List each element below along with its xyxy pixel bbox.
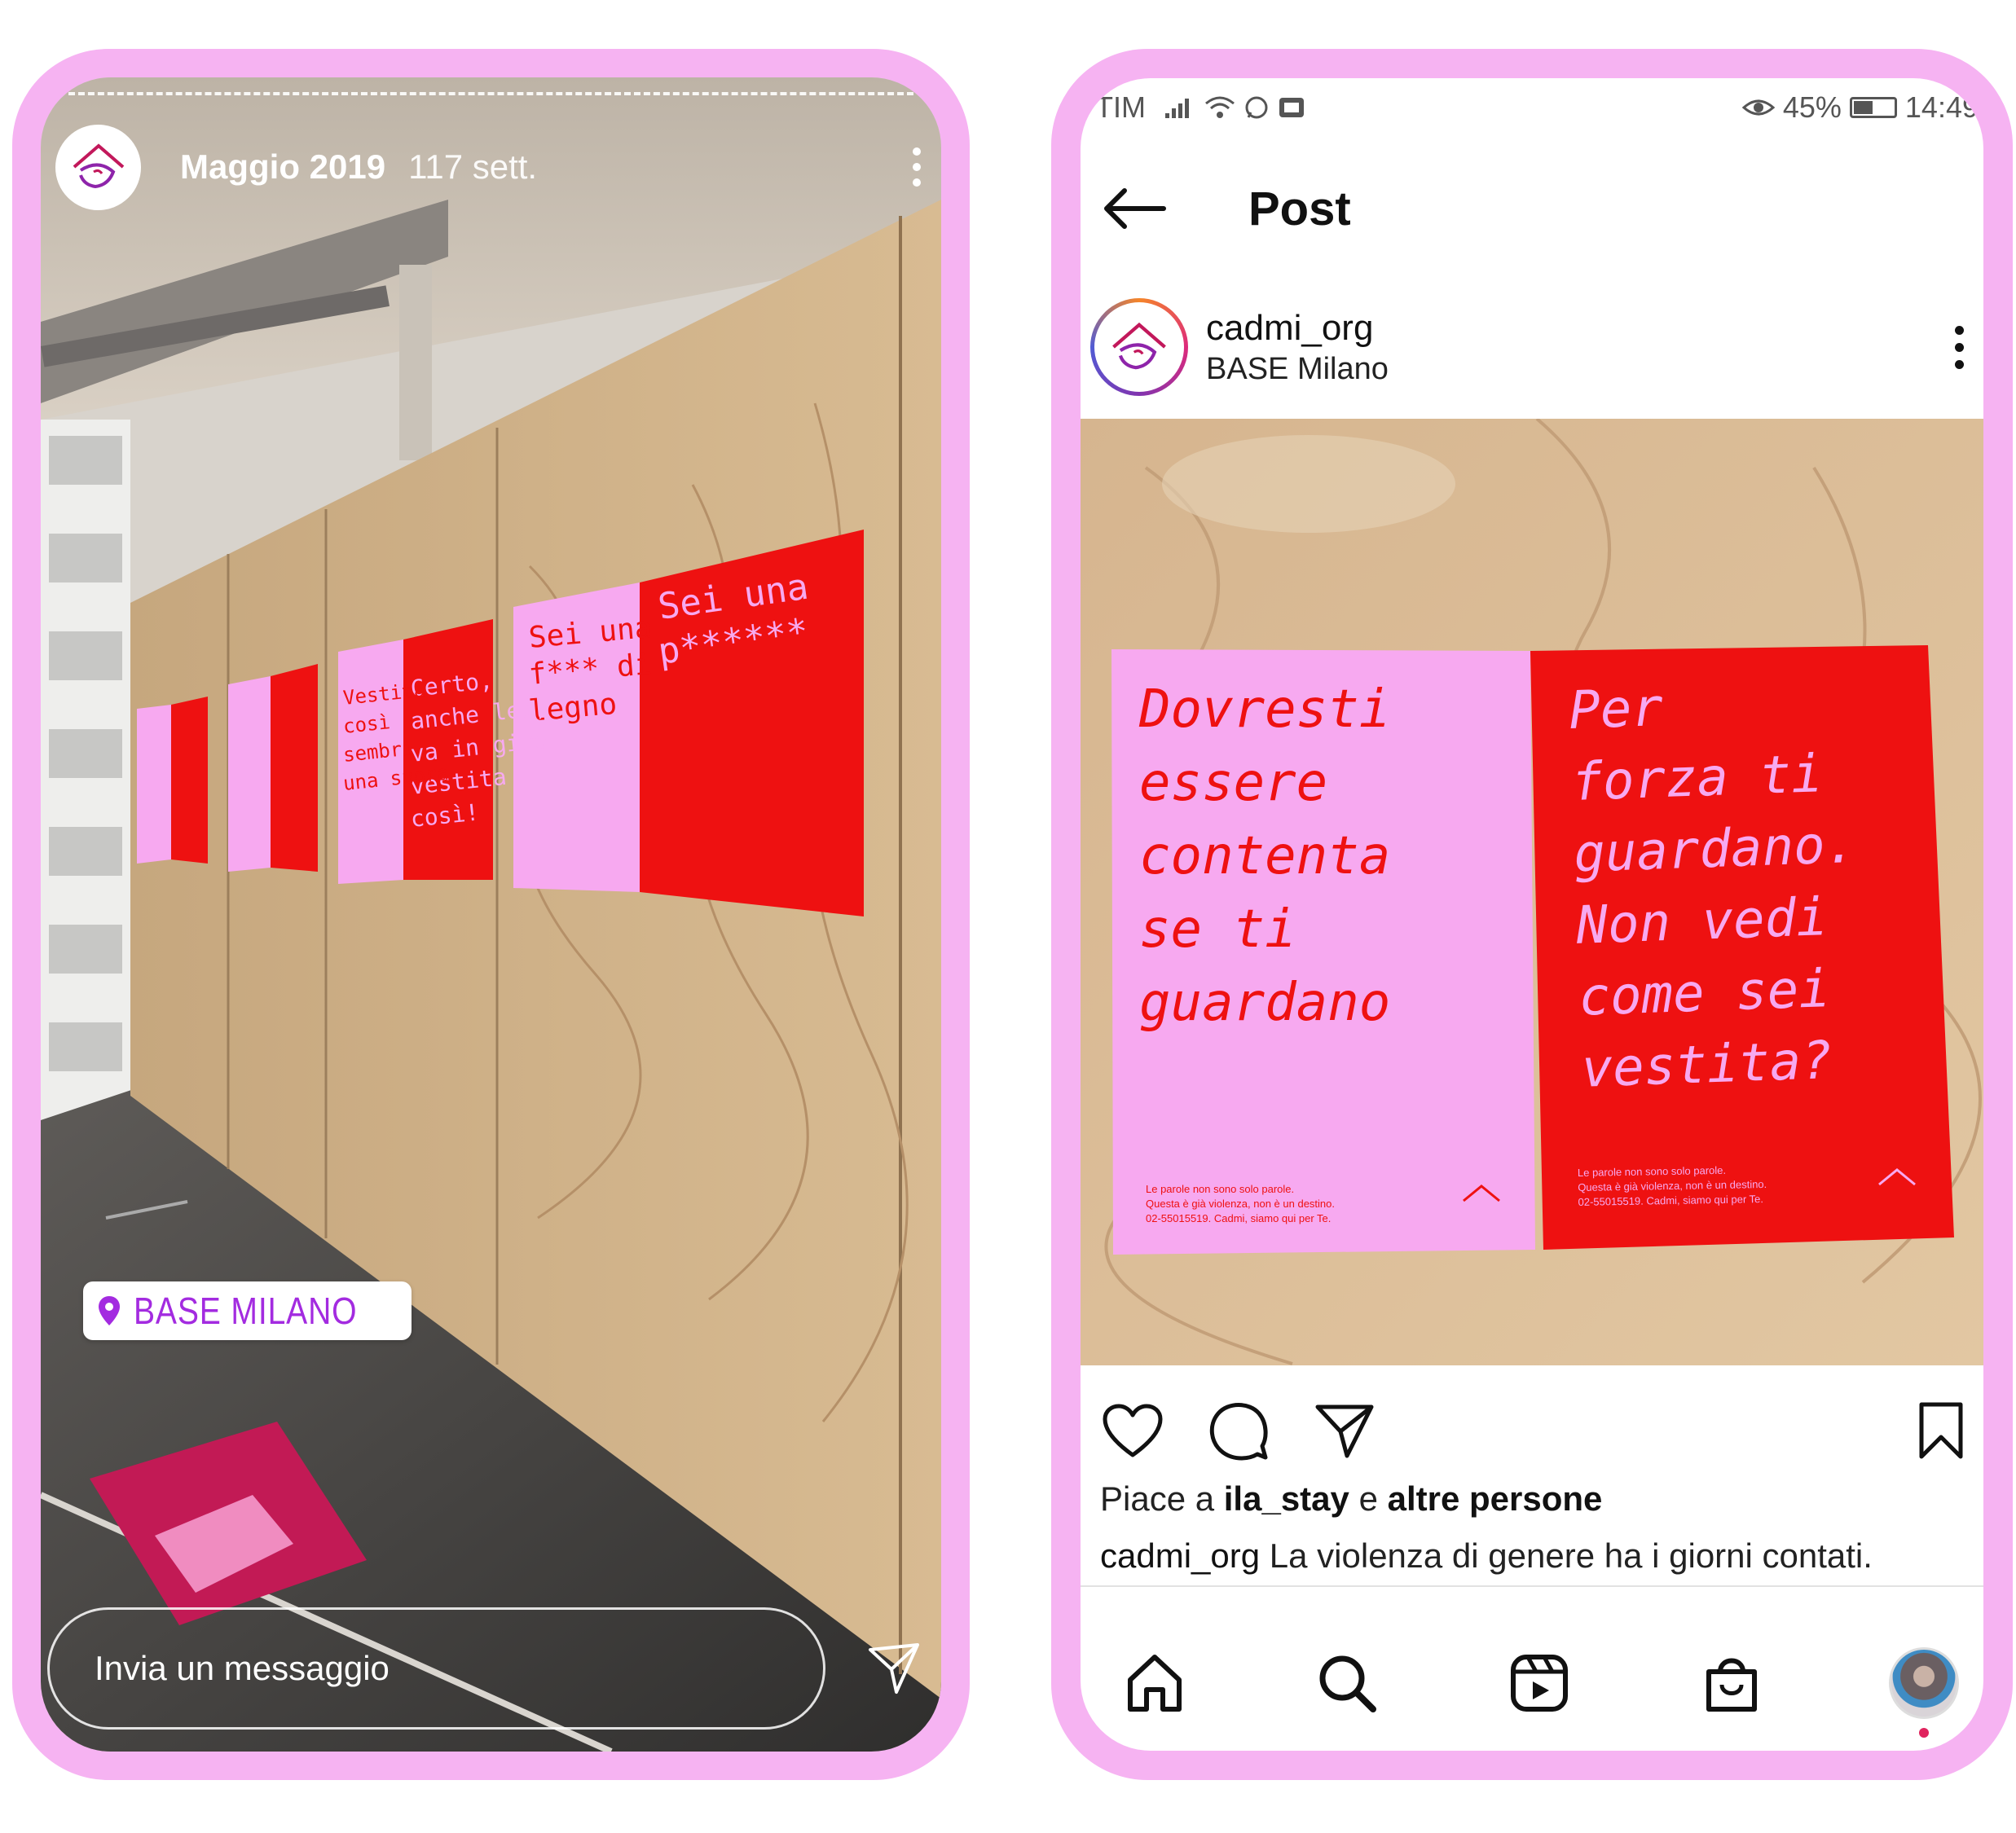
poster-left-headline: Dovresti essere contenta se ti guardano [1138, 679, 1390, 1033]
bottom-nav [1081, 1626, 1983, 1740]
post-screen: TIM 45% 14:49 Post cadmi_org BASE Milano… [1081, 78, 1983, 1751]
svg-text:Dovresti: Dovresti [1138, 679, 1390, 740]
status-right: 45% 14:49 [1741, 90, 1979, 125]
back-arrow-icon[interactable] [1102, 180, 1175, 237]
whatsapp-icon [1245, 96, 1268, 119]
location-pin-icon [95, 1295, 124, 1327]
post-more-icon[interactable] [1955, 325, 1964, 369]
svg-text:se ti: se ti [1139, 899, 1296, 960]
post-phone-frame: TIM 45% 14:49 Post cadmi_org BASE Milano… [1051, 49, 2013, 1780]
status-bar: TIM 45% 14:49 [1081, 78, 1983, 137]
notification-dot [1919, 1728, 1929, 1738]
send-icon[interactable] [865, 1639, 923, 1698]
caption-username[interactable]: cadmi_org [1100, 1536, 1260, 1575]
signal-icon [1164, 99, 1189, 118]
shop-icon[interactable] [1697, 1648, 1767, 1718]
cadmi-logo-icon [73, 143, 124, 189]
svg-text:contenta: contenta [1139, 826, 1390, 886]
clock: 14:49 [1904, 90, 1979, 124]
bookmark-icon[interactable] [1908, 1398, 1974, 1463]
svg-text:vestita?: vestita? [1580, 1031, 1833, 1100]
svg-text:essere: essere [1139, 753, 1327, 813]
search-icon[interactable] [1312, 1648, 1382, 1718]
likes-summary[interactable]: Piace a ila_stay e altre persone [1100, 1479, 1602, 1519]
battery-icon [1849, 97, 1897, 118]
battery-percent: 45% [1782, 90, 1842, 124]
story-progress-bar [68, 92, 913, 95]
post-action-bar [1081, 1390, 1983, 1471]
location-sticker[interactable]: BASE MILANO [83, 1281, 412, 1340]
caption-text: La violenza di genere ha i giorni contat… [1269, 1536, 1873, 1575]
svg-text:come sei: come sei [1578, 959, 1831, 1028]
story-username[interactable]: Maggio 2019 [180, 147, 385, 187]
story-reply-row [47, 1607, 923, 1730]
gallery-icon [1279, 98, 1304, 117]
reels-icon[interactable] [1504, 1648, 1574, 1718]
svg-text:guardano.: guardano. [1573, 815, 1857, 885]
post-photo: Dovresti essere contenta se ti guardano … [1081, 419, 1983, 1365]
svg-text:02-55015519. Cadmi, siamo qui: 02-55015519. Cadmi, siamo qui per Te. [1146, 1212, 1331, 1224]
carrier-label: TIM [1095, 90, 1146, 124]
post-topbar: Post [1081, 160, 1983, 257]
svg-text:Questa è già violenza, non è u: Questa è già violenza, non è un destino. [1146, 1198, 1335, 1210]
likes-join: e [1358, 1479, 1378, 1518]
eye-comfort-icon [1741, 99, 1775, 116]
nav-divider [1081, 1585, 1983, 1587]
story-phone-frame: Sei una f*** di legno Sei una p****** Ce… [12, 49, 970, 1780]
profile-tab[interactable] [1889, 1647, 1959, 1738]
svg-text:Per: Per [1568, 678, 1665, 741]
post-caption: cadmi_org La violenza di genere ha i gio… [1100, 1536, 1873, 1576]
story-photo: Sei una f*** di legno Sei una p****** Ce… [41, 77, 941, 1752]
story-more-icon[interactable] [909, 147, 925, 187]
send-icon[interactable] [1312, 1398, 1377, 1463]
status-icons [1164, 95, 1305, 121]
location-sticker-label: BASE MILANO [134, 1290, 358, 1332]
cadmi-logo-icon [1112, 322, 1166, 370]
likes-user[interactable]: ila_stay [1224, 1479, 1349, 1518]
post-image[interactable]: Dovresti essere contenta se ti guardano … [1081, 419, 1983, 1365]
svg-text:forza ti: forza ti [1570, 744, 1824, 813]
post-username[interactable]: cadmi_org [1206, 308, 1389, 349]
svg-text:guardano: guardano [1139, 973, 1390, 1033]
likes-prefix: Piace a [1100, 1479, 1215, 1518]
wifi-icon [1205, 96, 1235, 118]
likes-others[interactable]: altre persone [1388, 1479, 1603, 1518]
page-title: Post [1248, 182, 1351, 235]
profile-avatar [1889, 1647, 1959, 1719]
story-timestamp: 117 sett. [408, 147, 538, 186]
home-icon[interactable] [1120, 1648, 1190, 1718]
comment-icon[interactable] [1206, 1398, 1271, 1463]
story-avatar[interactable] [55, 124, 141, 210]
post-header: cadmi_org BASE Milano [1081, 294, 1983, 400]
svg-text:Le parole non sono solo parole: Le parole non sono solo parole. [1146, 1183, 1294, 1195]
post-author: cadmi_org BASE Milano [1206, 308, 1389, 387]
post-avatar[interactable] [1090, 298, 1188, 396]
post-location[interactable]: BASE Milano [1206, 352, 1389, 387]
story-header: Maggio 2019 117 sett. [55, 122, 925, 212]
heart-icon[interactable] [1100, 1398, 1165, 1463]
story-message-input[interactable] [47, 1607, 825, 1730]
svg-text:Non vedi: Non vedi [1574, 887, 1829, 956]
story-screen: Sei una f*** di legno Sei una p****** Ce… [41, 77, 941, 1752]
svg-text:Le parole non sono solo parole: Le parole non sono solo parole. [1578, 1164, 1726, 1179]
